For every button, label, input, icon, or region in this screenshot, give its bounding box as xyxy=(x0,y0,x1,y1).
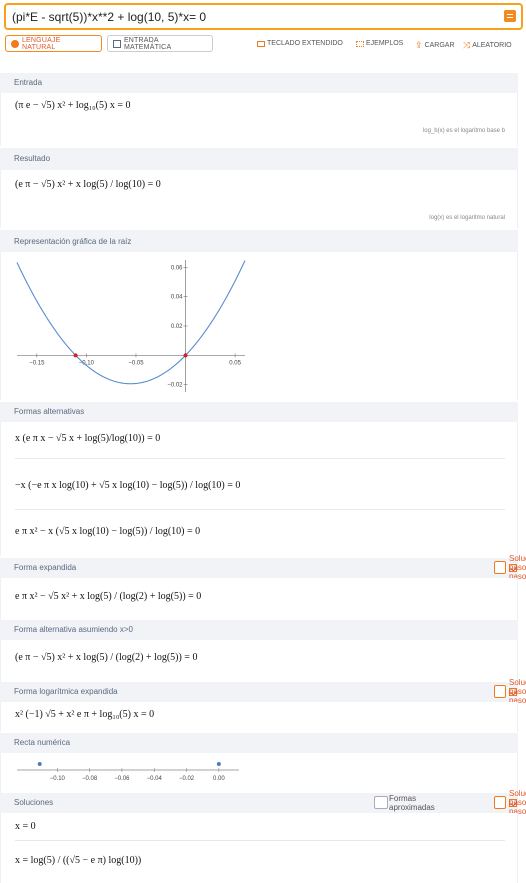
plot-section: −0.15 −0.10 −0.05 0.05 0.06 0.04 0.02 −0.02 xyxy=(0,252,518,400)
math-input-label: ENTRADA MATEMÁTICA xyxy=(123,36,172,51)
alt-positive-section: (e π − √5) x² + x log(5) / (log(2) + log… xyxy=(0,640,518,682)
number-line-tick-label: −0.08 xyxy=(82,776,98,782)
examples-button[interactable]: EJEMPLOS xyxy=(356,40,403,47)
natural-language-icon xyxy=(11,39,19,48)
examples-label: EJEMPLOS xyxy=(366,40,404,47)
section-title: Recta numérica xyxy=(14,738,71,747)
plot-section-header: Representación gráfica de la raíz xyxy=(0,230,518,252)
section-title: Formas alternativas xyxy=(14,407,85,416)
alt-positive-expression: (e π − √5) x² + x log(5) / (log(2) + log… xyxy=(15,652,198,663)
step-by-step-button[interactable]: Solución paso a paso xyxy=(494,789,526,816)
input-section-header: Entrada xyxy=(0,73,518,93)
step-by-step-button[interactable]: Solución paso a paso xyxy=(494,554,526,581)
grid-icon xyxy=(356,40,364,47)
upload-label: CARGAR xyxy=(424,42,455,49)
expanded-form-header: Forma expandida Solución paso a paso xyxy=(0,554,526,581)
random-button[interactable]: ⤨ ALEATORIO xyxy=(463,40,512,51)
math-input-button[interactable]: ENTRADA MATEMÁTICA xyxy=(107,35,213,52)
alt-forms-header: Formas alternativas xyxy=(0,402,518,422)
log-expanded-expression: x² (−1) √5 + x² e π + log₁₀(5) x = 0 xyxy=(15,709,155,720)
natural-language-label: LENGUAJE NATURAL xyxy=(21,36,61,51)
x-tick-label: −0.15 xyxy=(29,360,45,366)
step-label: Solución paso a paso xyxy=(509,554,526,581)
log-expanded-section: x² (−1) √5 + x² e π + log₁₀(5) x = 0 xyxy=(0,702,518,732)
step-by-step-button[interactable]: Solución paso a paso xyxy=(494,678,526,705)
alt-form-2: −x (−e π x log(10) + √5 x log(10) − log(… xyxy=(15,480,241,491)
alt-forms-section: x (e π x − √5 x + log(5)/log(10)) = 0 −x… xyxy=(0,422,518,556)
expanded-form-section: e π x² − √5 x² + x log(5) / (log(2) + lo… xyxy=(0,578,518,620)
solution-1: x = 0 xyxy=(15,821,36,832)
section-title: Representación gráfica de la raíz xyxy=(14,237,132,246)
shuffle-icon: ⤨ xyxy=(463,40,471,50)
input-expression: (π e − √5) x² + log₁₀(5) x = 0 xyxy=(15,100,131,111)
number-line-tick-label: −0.10 xyxy=(50,776,66,782)
keyboard-label: TECLADO EXTENDIDO xyxy=(267,40,343,47)
result-section-header: Resultado xyxy=(0,148,518,170)
section-title: Soluciones xyxy=(14,798,54,807)
alt-form-1: x (e π x − √5 x + log(5)/log(10)) = 0 xyxy=(15,433,161,444)
random-label: ALEATORIO xyxy=(472,42,512,49)
upload-button[interactable]: ⇪ CARGAR xyxy=(415,40,455,51)
step-label: Solución paso a paso xyxy=(509,678,526,705)
extended-keyboard-button[interactable]: TECLADO EXTENDIDO xyxy=(257,40,343,47)
number-line-tick-label: −0.02 xyxy=(179,776,195,782)
section-title: Forma expandida xyxy=(14,563,77,572)
y-tick-label: 0.06 xyxy=(171,265,183,271)
x-tick-label: −0.05 xyxy=(128,360,144,366)
alt-positive-header: Forma alternativa asumiendo x>0 xyxy=(0,620,518,640)
search-input[interactable] xyxy=(12,8,492,26)
solutions-header: Soluciones Formas aproximadas Solución p… xyxy=(0,789,526,816)
submit-icon[interactable] xyxy=(504,10,516,22)
upload-icon: ⇪ xyxy=(415,40,423,50)
solution-point xyxy=(216,762,221,766)
section-title: Entrada xyxy=(14,78,43,87)
y-tick-label: 0.04 xyxy=(171,295,183,301)
root-point xyxy=(183,353,188,358)
step-label: Solución paso a paso xyxy=(509,789,526,816)
x-tick-label: 0.05 xyxy=(229,360,241,366)
solution-2: x = log(5) / ((√5 − e π) log(10)) xyxy=(15,855,142,866)
section-title: Forma logarítmica expandida xyxy=(14,687,118,696)
math-input-icon xyxy=(113,39,121,48)
root-plot: −0.15 −0.10 −0.05 0.050.060.040.02−0.02 xyxy=(16,260,246,392)
result-note: log(x) es el logaritmo natural xyxy=(429,215,505,221)
search-bar[interactable] xyxy=(4,3,523,30)
result-expression: (e π − √5) x² + x log(5) / log(10) = 0 xyxy=(15,179,161,190)
keyboard-icon xyxy=(257,40,265,47)
divider xyxy=(15,509,505,510)
approx-label: Formas aproximadas xyxy=(389,793,435,812)
alt-form-3: e π x² − x (√5 x log(10) − log(5)) / log… xyxy=(15,526,201,537)
section-title: Forma alternativa asumiendo x>0 xyxy=(14,625,133,634)
expanded-expression: e π x² − √5 x² + x log(5) / (log(2) + lo… xyxy=(15,591,202,602)
y-tick-label: −0.02 xyxy=(167,383,183,389)
y-tick-label: 0.02 xyxy=(171,324,183,330)
number-line-tick-label: 0.00 xyxy=(213,776,225,782)
result-section: (e π − √5) x² + x log(5) / log(10) = 0 l… xyxy=(0,170,518,228)
number-line-tick-label: −0.04 xyxy=(147,776,163,782)
input-section: (π e − √5) x² + log₁₀(5) x = 0 log_b(x) … xyxy=(0,93,518,146)
section-title: Resultado xyxy=(14,154,51,163)
approximate-forms-button[interactable]: Formas aproximadas xyxy=(374,794,435,812)
divider xyxy=(15,840,505,841)
root-point xyxy=(73,353,78,358)
input-note: log_b(x) es el logaritmo base b xyxy=(422,128,505,134)
solutions-section: x = 0 x = log(5) / ((√5 − e π) log(10)) xyxy=(0,813,518,883)
number-line-tick-label: −0.06 xyxy=(114,776,130,782)
number-line-section: −0.10 −0.08 −0.06 −0.04 −0.02 0.00 xyxy=(0,753,518,793)
natural-language-button[interactable]: LENGUAJE NATURAL xyxy=(5,35,102,52)
number-line-header: Recta numérica xyxy=(0,733,518,753)
number-line: −0.10 −0.08 −0.06 −0.04 −0.02 0.00 xyxy=(17,762,239,782)
log-expanded-header: Forma logarítmica expandida Solución pas… xyxy=(0,678,526,705)
divider xyxy=(15,458,505,459)
solution-point xyxy=(37,762,42,766)
